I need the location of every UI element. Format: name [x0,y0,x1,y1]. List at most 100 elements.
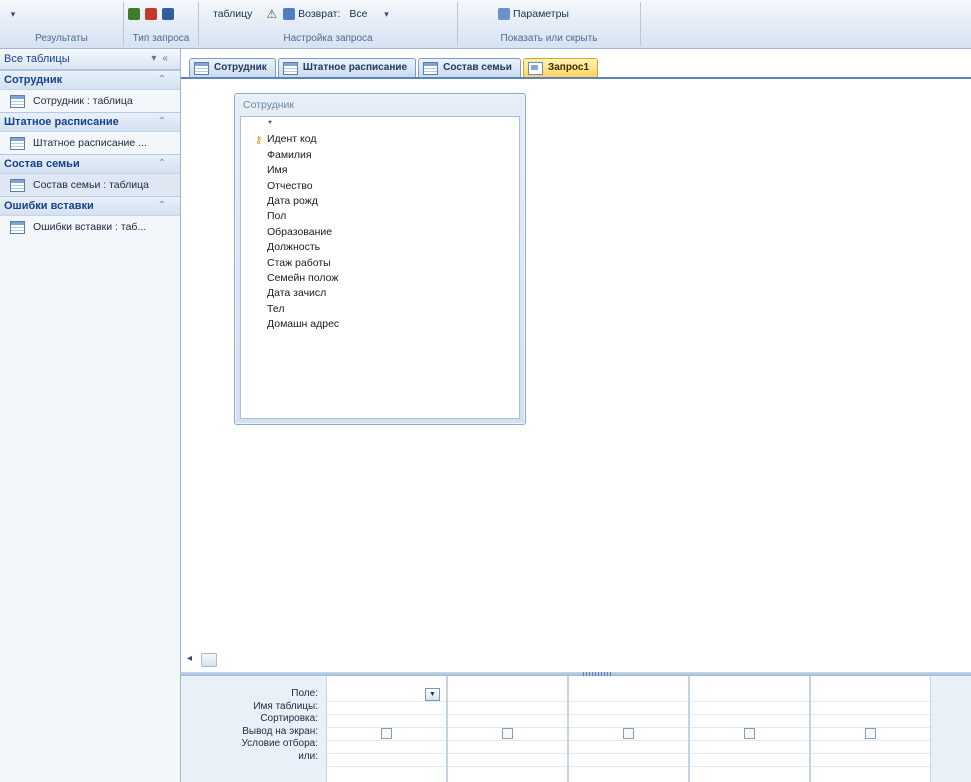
table-cell[interactable] [811,701,930,715]
table-cell[interactable] [327,701,446,715]
builder-icon: ⚠ [266,7,278,21]
or-cell[interactable] [327,753,446,767]
row-label-sort: Сортировка: [260,713,318,725]
show-checkbox[interactable] [865,728,876,739]
criteria-cell[interactable] [569,740,688,754]
show-cell[interactable] [569,727,688,741]
or-cell[interactable] [811,753,930,767]
row-label-field: Поле: [291,688,318,699]
grid-column[interactable] [568,676,689,782]
return-value: Все [349,8,368,20]
collapse-icon[interactable]: ⌃ [158,71,166,89]
sort-cell[interactable] [448,714,567,728]
field-item[interactable]: Образование [241,225,519,240]
or-cell[interactable] [690,753,809,767]
return-button[interactable]: Возврат: Все ▾ [280,8,395,20]
nav-group-employee[interactable]: Сотрудник ⌃ [0,70,180,90]
show-cell[interactable] [811,727,930,741]
field-item[interactable]: Дата рожд [241,194,519,209]
query-design-grid: Поле: Имя таблицы: Сортировка: Вывод на … [181,676,971,782]
sort-cell[interactable] [569,714,688,728]
grid-column[interactable] [447,676,568,782]
nav-header-controls[interactable]: ▾« [151,49,174,69]
or-cell[interactable] [569,753,688,767]
table-icon [282,61,298,75]
table-cell[interactable] [569,701,688,715]
update-query-icon[interactable] [162,8,174,20]
query-design-area[interactable]: Сотрудник * ⚷ Идент код Фамилия Имя Отче… [181,79,971,650]
nav-item-paste-errors-table[interactable]: Ошибки вставки : таб... [0,216,180,238]
tab-query1[interactable]: Запрос1 [522,58,599,77]
show-checkbox[interactable] [623,728,634,739]
grid-column[interactable] [689,676,810,782]
crosstab-icon[interactable] [128,8,140,20]
criteria-cell[interactable] [327,740,446,754]
field-item[interactable]: Семейн полож [241,271,519,286]
scroll-left-icon[interactable]: ◂ [187,653,192,664]
field-item-key[interactable]: ⚷ Идент код [241,132,519,147]
field-item[interactable]: Должность [241,240,519,255]
field-list-window[interactable]: Сотрудник * ⚷ Идент код Фамилия Имя Отче… [234,93,526,425]
field-item[interactable]: * [241,117,519,132]
or-cell[interactable] [448,753,567,767]
run-dropdown[interactable]: ▾ [4,9,22,20]
sort-cell[interactable] [690,714,809,728]
tab-family[interactable]: Состав семьи [418,58,521,77]
table-icon [10,178,25,192]
nav-group-staffing[interactable]: Штатное расписание ⌃ [0,112,180,132]
collapse-icon[interactable]: ⌃ [158,197,166,215]
table-icon [10,136,25,150]
show-checkbox[interactable] [502,728,513,739]
field-cell[interactable] [448,688,567,702]
query-setup-controls: таблицу ⚠ Возврат: Все ▾ [210,0,396,28]
criteria-cell[interactable] [811,740,930,754]
field-list-title[interactable]: Сотрудник [235,94,525,114]
field-item[interactable]: Домашн адрес [241,317,519,332]
nav-item-employee-table[interactable]: Сотрудник : таблица [0,90,180,112]
field-item[interactable]: Пол [241,209,519,224]
nav-item-family-table[interactable]: Состав семьи : таблица [0,174,180,196]
collapse-icon[interactable]: ⌃ [158,155,166,173]
field-cell[interactable]: ▼ [327,688,446,702]
nav-header[interactable]: Все таблицы ▾« [0,49,180,70]
return-dropdown-icon[interactable]: ▾ [381,9,393,20]
field-item[interactable]: Тел [241,302,519,317]
field-dropdown-icon[interactable]: ▼ [425,688,440,701]
field-item[interactable]: Отчество [241,179,519,194]
show-cell[interactable] [690,727,809,741]
sort-cell[interactable] [327,714,446,728]
field-item[interactable]: Стаж работы [241,256,519,271]
field-cell[interactable] [811,688,930,702]
criteria-cell[interactable] [448,740,567,754]
scroll-thumb[interactable] [201,653,217,667]
field-item[interactable]: Фамилия [241,148,519,163]
field-cell[interactable] [569,688,688,702]
table-cell[interactable] [448,701,567,715]
show-cell[interactable] [327,727,446,741]
show-table-button[interactable]: таблицу [210,8,255,20]
field-item[interactable]: Дата зачисл [241,286,519,301]
show-checkbox[interactable] [381,728,392,739]
nav-group-paste-errors[interactable]: Ошибки вставки ⌃ [0,196,180,216]
table-cell[interactable] [690,701,809,715]
nav-group-family[interactable]: Состав семьи ⌃ [0,154,180,174]
criteria-cell[interactable] [690,740,809,754]
field-cell[interactable] [690,688,809,702]
show-cell[interactable] [448,727,567,741]
sort-cell[interactable] [811,714,930,728]
field-list: * ⚷ Идент код Фамилия Имя Отчество Дата … [240,116,520,419]
collapse-icon[interactable]: ⌃ [158,113,166,131]
show-checkbox[interactable] [744,728,755,739]
tab-staffing[interactable]: Штатное расписание [277,58,417,77]
tab-label: Запрос1 [547,62,590,73]
design-horizontal-scrollbar[interactable]: ◂ [181,652,971,668]
grid-column[interactable]: ▼ [326,676,447,782]
parameters-button[interactable]: Параметры [495,8,572,20]
nav-item-staffing-table[interactable]: Штатное расписание ... [0,132,180,154]
field-item[interactable]: Имя [241,163,519,178]
grid-column[interactable] [810,676,931,782]
primary-key-icon: ⚷ [255,135,263,147]
tab-employee[interactable]: Сотрудник [189,58,276,77]
builder-button[interactable]: ⚠ [263,7,280,21]
delete-query-icon[interactable] [145,8,157,20]
